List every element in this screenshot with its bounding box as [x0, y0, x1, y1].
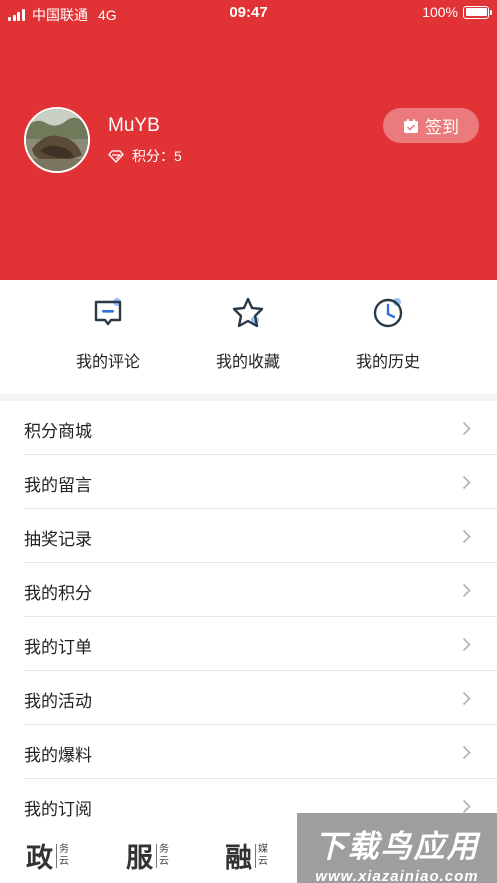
section-divider [0, 394, 497, 401]
chevron-right-icon [462, 745, 471, 760]
clock-icon [373, 298, 403, 328]
watermark-title: 下载鸟应用 [314, 829, 480, 864]
chevron-right-icon [462, 529, 471, 544]
menu-item-my-orders[interactable]: 我的订单 [24, 617, 497, 671]
menu-item-label: 我的活动 [24, 692, 92, 711]
points-label: 积分： [132, 148, 174, 164]
quick-actions: 我的评论 我的收藏 我的历史 [0, 280, 497, 394]
tab-sub-text: 媒云 [255, 843, 269, 868]
chevron-right-icon [462, 799, 471, 814]
menu-item-my-activities[interactable]: 我的活动 [24, 671, 497, 725]
quick-action-label: 我的评论 [75, 354, 140, 371]
battery-icon [463, 5, 492, 19]
status-bar: 中国联通 4G 09:47 100% [0, 0, 497, 26]
watermark: 下载鸟应用 www.xiazainiao.com [297, 813, 497, 883]
chevron-right-icon [462, 691, 471, 706]
checkin-label: 签到 [425, 118, 459, 137]
tab-big-char: 政 [26, 843, 53, 874]
battery-percent: 100% [422, 4, 458, 20]
tab-government-cloud[interactable]: 政 务云 [26, 836, 70, 875]
menu-item-my-tips[interactable]: 我的爆料 [24, 725, 497, 779]
menu-item-label: 抽奖记录 [24, 530, 92, 549]
menu-item-label: 我的订阅 [24, 800, 92, 819]
tab-service-cloud[interactable]: 服 务云 [126, 836, 170, 875]
menu-item-my-messages[interactable]: 我的留言 [24, 455, 497, 509]
quick-action-label: 我的收藏 [215, 354, 280, 371]
comment-icon [94, 298, 122, 326]
profile-header: 中国联通 4G 09:47 100% MuYB 积分： 5 签到 [0, 0, 497, 280]
chevron-right-icon [462, 421, 471, 436]
watermark-url: www.xiazainiao.com [315, 868, 479, 883]
tab-big-char: 融 [225, 843, 252, 874]
chevron-right-icon [462, 637, 471, 652]
my-comments-button[interactable]: 我的评论 [53, 296, 163, 372]
points-value: 5 [174, 148, 182, 164]
tab-sub-text: 务云 [156, 843, 170, 868]
calendar-check-icon [404, 118, 418, 133]
menu-item-label: 我的订单 [24, 638, 92, 657]
tab-sub-text: 务云 [56, 843, 70, 868]
menu-item-label: 我的积分 [24, 584, 92, 603]
menu-item-lottery-records[interactable]: 抽奖记录 [24, 509, 497, 563]
tab-big-char: 服 [126, 843, 153, 874]
my-history-button[interactable]: 我的历史 [333, 296, 443, 372]
diamond-icon [108, 149, 124, 163]
menu-item-my-points[interactable]: 我的积分 [24, 563, 497, 617]
quick-action-label: 我的历史 [355, 354, 420, 371]
tab-media-cloud[interactable]: 融 媒云 [225, 836, 269, 875]
chevron-right-icon [462, 583, 471, 598]
avatar[interactable] [24, 107, 90, 173]
username: MuYB [108, 115, 160, 136]
menu-item-label: 我的留言 [24, 476, 92, 495]
menu-list: 积分商城 我的留言 抽奖记录 我的积分 我的订单 我的活动 我的爆料 我的订阅 [0, 401, 497, 833]
my-favorites-button[interactable]: 我的收藏 [193, 296, 303, 372]
menu-item-label: 积分商城 [24, 422, 92, 441]
menu-item-label: 我的爆料 [24, 746, 92, 765]
checkin-button[interactable]: 签到 [383, 108, 479, 143]
chevron-right-icon [462, 475, 471, 490]
menu-item-points-mall[interactable]: 积分商城 [24, 401, 497, 455]
star-icon [232, 297, 264, 328]
points-row: 积分： 5 [108, 146, 182, 166]
